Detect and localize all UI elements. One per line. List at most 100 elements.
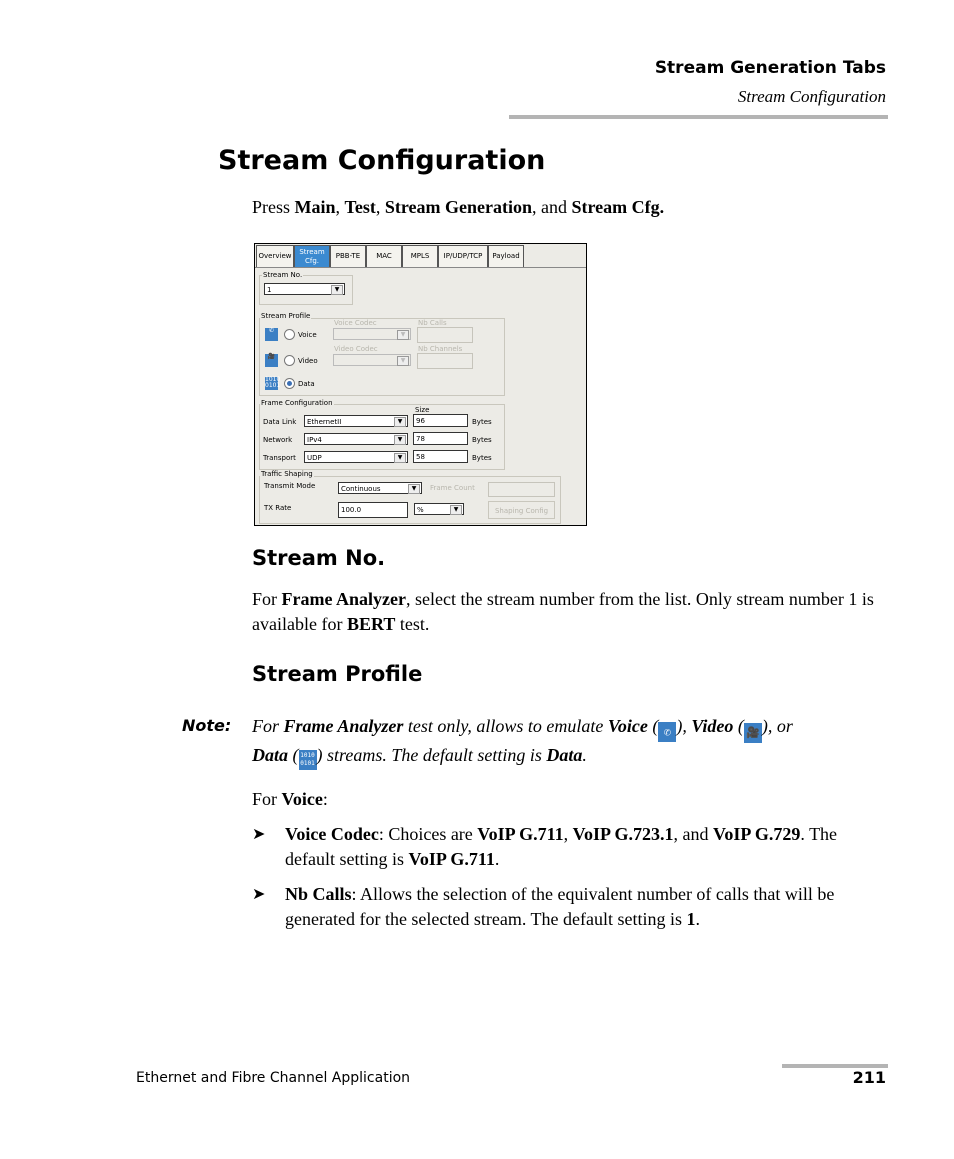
running-header-chapter: Stream Generation Tabs [654,58,886,78]
nb-channels-label: Nb Channels [418,345,463,353]
emphasis: VoIP G.729 [713,824,801,844]
data-link-value: EthernetII [307,418,342,426]
network-label: Network [263,436,293,444]
chevron-down-icon: ▼ [394,453,406,463]
bullet-arrow-icon: ➤ [252,886,266,903]
bytes-unit: Bytes [472,418,492,426]
emphasis: BERT [346,614,396,634]
chevron-down-icon: ▼ [331,285,343,295]
menu-path-test: Test [344,197,376,217]
tx-rate-unit-value: % [417,506,424,514]
menu-path-main: Main [294,197,336,217]
text: ), or [761,716,793,736]
tab-pbb-te[interactable]: PBB-TE [330,245,366,267]
list-item-nb-calls: ➤ Nb Calls: Allows the selection of the … [252,882,882,932]
emphasis: Video [691,716,734,736]
network-size-field[interactable]: 78 [413,432,468,445]
emphasis: Nb Calls [285,884,352,904]
emphasis: 1 [686,909,696,929]
chevron-down-icon: ▼ [394,435,406,445]
text: , and [673,824,714,844]
nb-channels-field[interactable] [417,353,473,369]
tx-rate-field[interactable]: 100.0 [338,502,408,518]
note-text: For Frame Analyzer test only, allows to … [252,714,892,770]
section-heading-stream-no: Stream No. [252,546,386,570]
data-label: Data [298,380,315,388]
section-heading-stream-profile: Stream Profile [252,662,423,686]
tx-rate-label: TX Rate [264,504,292,512]
stream-config-screenshot: Overview Stream Cfg. PBB-TE MAC MPLS IP/U… [254,243,587,526]
binary-data-icon: 1010 0101 [298,750,317,770]
text: test only, allows to emulate [403,716,608,736]
traffic-shaping-label: Traffic Shaping [260,470,314,478]
voice-radio[interactable] [284,329,295,340]
nb-calls-field[interactable] [417,327,473,343]
transport-label: Transport [263,454,296,462]
transmit-mode-label: Transmit Mode [264,482,316,490]
stream-no-value: 1 [267,286,272,294]
text: For [252,716,284,736]
nb-calls-label: Nb Calls [418,319,447,327]
list-item-voice-codec: ➤ Voice Codec: Choices are VoIP G.711, V… [252,822,882,872]
emphasis: Voice [607,716,648,736]
text: , and [532,197,572,217]
emphasis: Data [546,745,583,765]
text: For [252,589,282,609]
tab-overview[interactable]: Overview [256,245,294,267]
video-camera-icon: 🎥 [265,354,278,367]
press-instruction: Press Main, Test, Stream Generation, and… [252,195,664,220]
tab-mpls[interactable]: MPLS [402,245,438,267]
video-codec-select[interactable]: ▼ [333,354,411,366]
page-title: Stream Configuration [218,145,546,176]
transport-size-field[interactable]: 58 [413,450,468,463]
shaping-config-button[interactable]: Shaping Config [488,501,555,519]
frame-count-label: Frame Count [430,484,475,492]
data-link-size-field[interactable]: 96 [413,414,468,427]
list-item-text: Nb Calls: Allows the selection of the eq… [285,882,882,932]
menu-path-stream-cfg: Stream Cfg. [571,197,665,217]
list-item-text: Voice Codec: Choices are VoIP G.711, VoI… [285,822,882,872]
emphasis: Frame Analyzer [281,589,406,609]
bullet-arrow-icon: ➤ [252,826,266,843]
bytes-unit: Bytes [472,454,492,462]
menu-path-stream-generation: Stream Generation [384,197,533,217]
transmit-mode-select[interactable]: Continuous ▼ [338,482,422,494]
page-number: 211 [852,1068,886,1087]
emphasis: Voice Codec [285,824,379,844]
network-value: IPv4 [307,436,322,444]
tab-label-line1: Stream [299,248,325,256]
text: , [563,824,573,844]
text: : Choices are [378,824,478,844]
video-radio[interactable] [284,355,295,366]
text: Press [252,197,295,217]
transport-select[interactable]: UDP ▼ [304,451,408,463]
phone-icon: ✆ [265,328,278,341]
tab-mac[interactable]: MAC [366,245,402,267]
voice-label: Voice [298,331,317,339]
text: ) streams. The default setting is [316,745,547,765]
video-codec-label: Video Codec [334,345,378,353]
tab-ip-udp-tcp[interactable]: IP/UDP/TCP [438,245,488,267]
transmit-mode-value: Continuous [341,485,381,493]
stream-no-select[interactable]: 1 ▼ [264,283,345,295]
text: . [695,909,701,929]
video-camera-icon: 🎥 [743,723,762,743]
text: : [322,789,328,809]
text: : Allows the selection of the equivalent… [285,884,835,929]
bytes-unit: Bytes [472,436,492,444]
data-link-select[interactable]: EthernetII ▼ [304,415,408,427]
frame-count-field[interactable] [488,482,555,497]
frame-config-label: Frame Configuration [260,399,334,407]
stream-no-label: Stream No. [262,271,304,279]
network-select[interactable]: IPv4 ▼ [304,433,408,445]
tx-rate-unit-select[interactable]: % ▼ [414,503,464,515]
data-radio[interactable] [284,378,295,389]
for-voice-intro: For Voice: [252,787,328,812]
chevron-down-icon: ▼ [408,484,420,494]
tab-payload[interactable]: Payload [488,245,524,267]
phone-icon: ✆ [658,722,677,742]
text: ( [733,716,744,736]
tab-stream-cfg[interactable]: Stream Cfg. [294,245,330,267]
voice-codec-select[interactable]: ▼ [333,328,411,340]
text: , [335,197,345,217]
